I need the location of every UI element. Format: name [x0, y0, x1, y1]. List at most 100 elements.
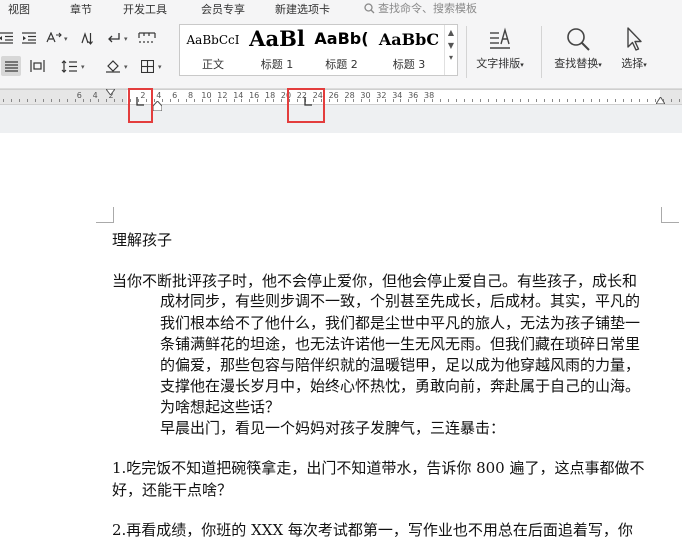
- command-search[interactable]: 查找命令、搜索模板: [364, 0, 477, 16]
- more-styles-icon: ▾: [448, 53, 453, 62]
- style-heading-3[interactable]: AaBbC 标题 3: [374, 25, 444, 75]
- style-normal-label: 正文: [202, 58, 224, 71]
- ruler-tick: [432, 99, 433, 102]
- ruler-tick: [385, 99, 386, 102]
- chevron-down-icon: ▾: [520, 61, 524, 69]
- styles-scroll[interactable]: ▲ ▼ ▾: [444, 25, 457, 75]
- ruler-tick: [369, 99, 370, 102]
- paragraph-line: 为啥想起这些话？: [160, 398, 281, 416]
- ruler-tick: [27, 99, 28, 102]
- ruler-tick: [194, 99, 195, 102]
- table-tab-button[interactable]: [137, 28, 157, 48]
- ruler-tick: [90, 99, 91, 102]
- paragraph-line: 成材同步，有些则步调不一致，个别甚至先成长，后成材。其实，平凡的: [160, 292, 641, 310]
- find-replace-button[interactable]: 查找替换▾: [548, 26, 608, 71]
- select-label: 选择: [621, 57, 644, 70]
- menu-member[interactable]: 会员专享: [201, 1, 245, 17]
- ruler-tick: [623, 99, 624, 102]
- menu-view[interactable]: 视图: [8, 1, 30, 17]
- menu-developer-tools[interactable]: 开发工具: [123, 1, 167, 17]
- style-heading-3-sample: AaBbC: [378, 30, 440, 49]
- line-spacing-button[interactable]: [59, 56, 79, 76]
- style-normal[interactable]: AaBbCcI 正文: [180, 25, 246, 75]
- ruler-tick: [234, 99, 235, 102]
- ruler-tick: [273, 99, 274, 102]
- ruler-tick: [19, 99, 20, 102]
- ruler-tick: [472, 99, 473, 102]
- left-tab-stop-icon[interactable]: [135, 97, 144, 106]
- sort-button[interactable]: [78, 28, 98, 48]
- ruler-tick: [464, 99, 465, 102]
- styles-gallery: AaBbCcI 正文 AaBl 标题 1 AaBb( 标题 2 AaBbC 标题…: [179, 24, 458, 76]
- ruler-tick: [265, 99, 266, 102]
- ruler-tick: [337, 99, 338, 102]
- ruler-tick: [281, 99, 282, 102]
- ruler-tick: [536, 99, 537, 102]
- align-justify-button[interactable]: [1, 56, 21, 76]
- ruler-tick: [552, 99, 553, 102]
- right-indent-marker[interactable]: [656, 97, 665, 104]
- ruler-tick: [528, 99, 529, 102]
- ruler-tick: [488, 99, 489, 102]
- ruler-tick: [353, 99, 354, 102]
- ruler-tick: [559, 99, 560, 102]
- ruler-tick: [440, 99, 441, 102]
- ruler-tick: [59, 99, 60, 102]
- menu-chapter[interactable]: 章节: [70, 1, 92, 17]
- ruler-tick: [615, 99, 616, 102]
- text-layout-icon: [490, 27, 510, 49]
- ruler-tick: [512, 99, 513, 102]
- ribbon-separator: [466, 26, 467, 78]
- list-item-1-line: 1.吃完饭不知道把碗筷拿走，出门不知道带水，告诉你 800 遍了，这点事都做不: [112, 459, 645, 477]
- ruler-number: 8: [188, 91, 194, 100]
- chevron-down-icon: ▾: [64, 35, 68, 43]
- style-heading-2[interactable]: AaBb( 标题 2: [309, 25, 374, 75]
- document-page[interactable]: 理解孩子 当你不断批评孩子时，他不会停止爱你，但他会停止爱自己。有些孩子，成长和…: [0, 133, 682, 540]
- distribute-icon: [29, 60, 45, 72]
- border-grid-icon: [140, 59, 154, 73]
- chevron-up-icon: ▲: [447, 28, 455, 37]
- ruler-tick: [98, 99, 99, 102]
- text-layout-button[interactable]: 文字排版▾: [470, 26, 530, 71]
- borders-button[interactable]: [137, 56, 157, 76]
- list-item-1-line: 好，还能干点啥？: [112, 481, 233, 499]
- ruler-tick: [520, 99, 521, 102]
- ruler-tick: [647, 99, 648, 102]
- indent-increase-icon: [22, 32, 36, 44]
- paint-bucket-icon: [106, 60, 120, 73]
- ruler-number: 4: [156, 91, 162, 100]
- ruler-tick: [114, 99, 115, 102]
- ruler-tick: [83, 99, 84, 102]
- shading-button[interactable]: [103, 56, 123, 76]
- hanging-indent-marker[interactable]: [153, 101, 162, 111]
- character-scaling-button[interactable]: [44, 28, 64, 48]
- distributed-align-button[interactable]: [27, 56, 47, 76]
- line-spacing-icon: [61, 59, 77, 73]
- left-tab-stop-icon[interactable]: [303, 97, 312, 106]
- list-item-2-line: 2.再看成绩，你班的 XXX 每次考试都第一，写作业也不用总在后面追着写，你: [112, 521, 633, 539]
- paragraph-marks-button[interactable]: [103, 28, 123, 48]
- ruler-tick: [575, 99, 576, 102]
- ruler-tick: [75, 99, 76, 102]
- style-heading-1[interactable]: AaBl 标题 1: [246, 25, 308, 75]
- ruler-tick: [170, 99, 171, 102]
- ruler-tick: [345, 99, 346, 102]
- paragraph-line: 当你不断批评孩子时，他不会停止爱你，但他会停止爱自己。有些孩子，成长和: [112, 272, 638, 290]
- select-button[interactable]: 选择▾: [614, 26, 654, 71]
- ruler-tick: [679, 99, 680, 102]
- chevron-down-icon: ▾: [124, 63, 128, 71]
- indent-decrease-button[interactable]: [0, 28, 16, 48]
- indent-increase-button[interactable]: [19, 28, 39, 48]
- menu-new-tab[interactable]: 新建选项卡: [275, 1, 330, 17]
- search-placeholder: 查找命令、搜索模板: [378, 2, 477, 15]
- ruler-tick: [671, 99, 672, 102]
- magnifier-icon: [567, 28, 590, 51]
- indent-decrease-icon: [0, 32, 13, 44]
- first-line-indent-marker[interactable]: [106, 89, 115, 95]
- ruler-tick: [631, 99, 632, 102]
- ruler-tick: [226, 99, 227, 102]
- ruler-tick: [11, 99, 12, 102]
- horizontal-ruler[interactable]: 6 4 2 2 4 6 8 10 12 14 16 18 20 22 24 26 28 30 32 34 36 38: [0, 89, 682, 105]
- ruler-tick: [496, 99, 497, 102]
- ruler-tick: [361, 99, 362, 102]
